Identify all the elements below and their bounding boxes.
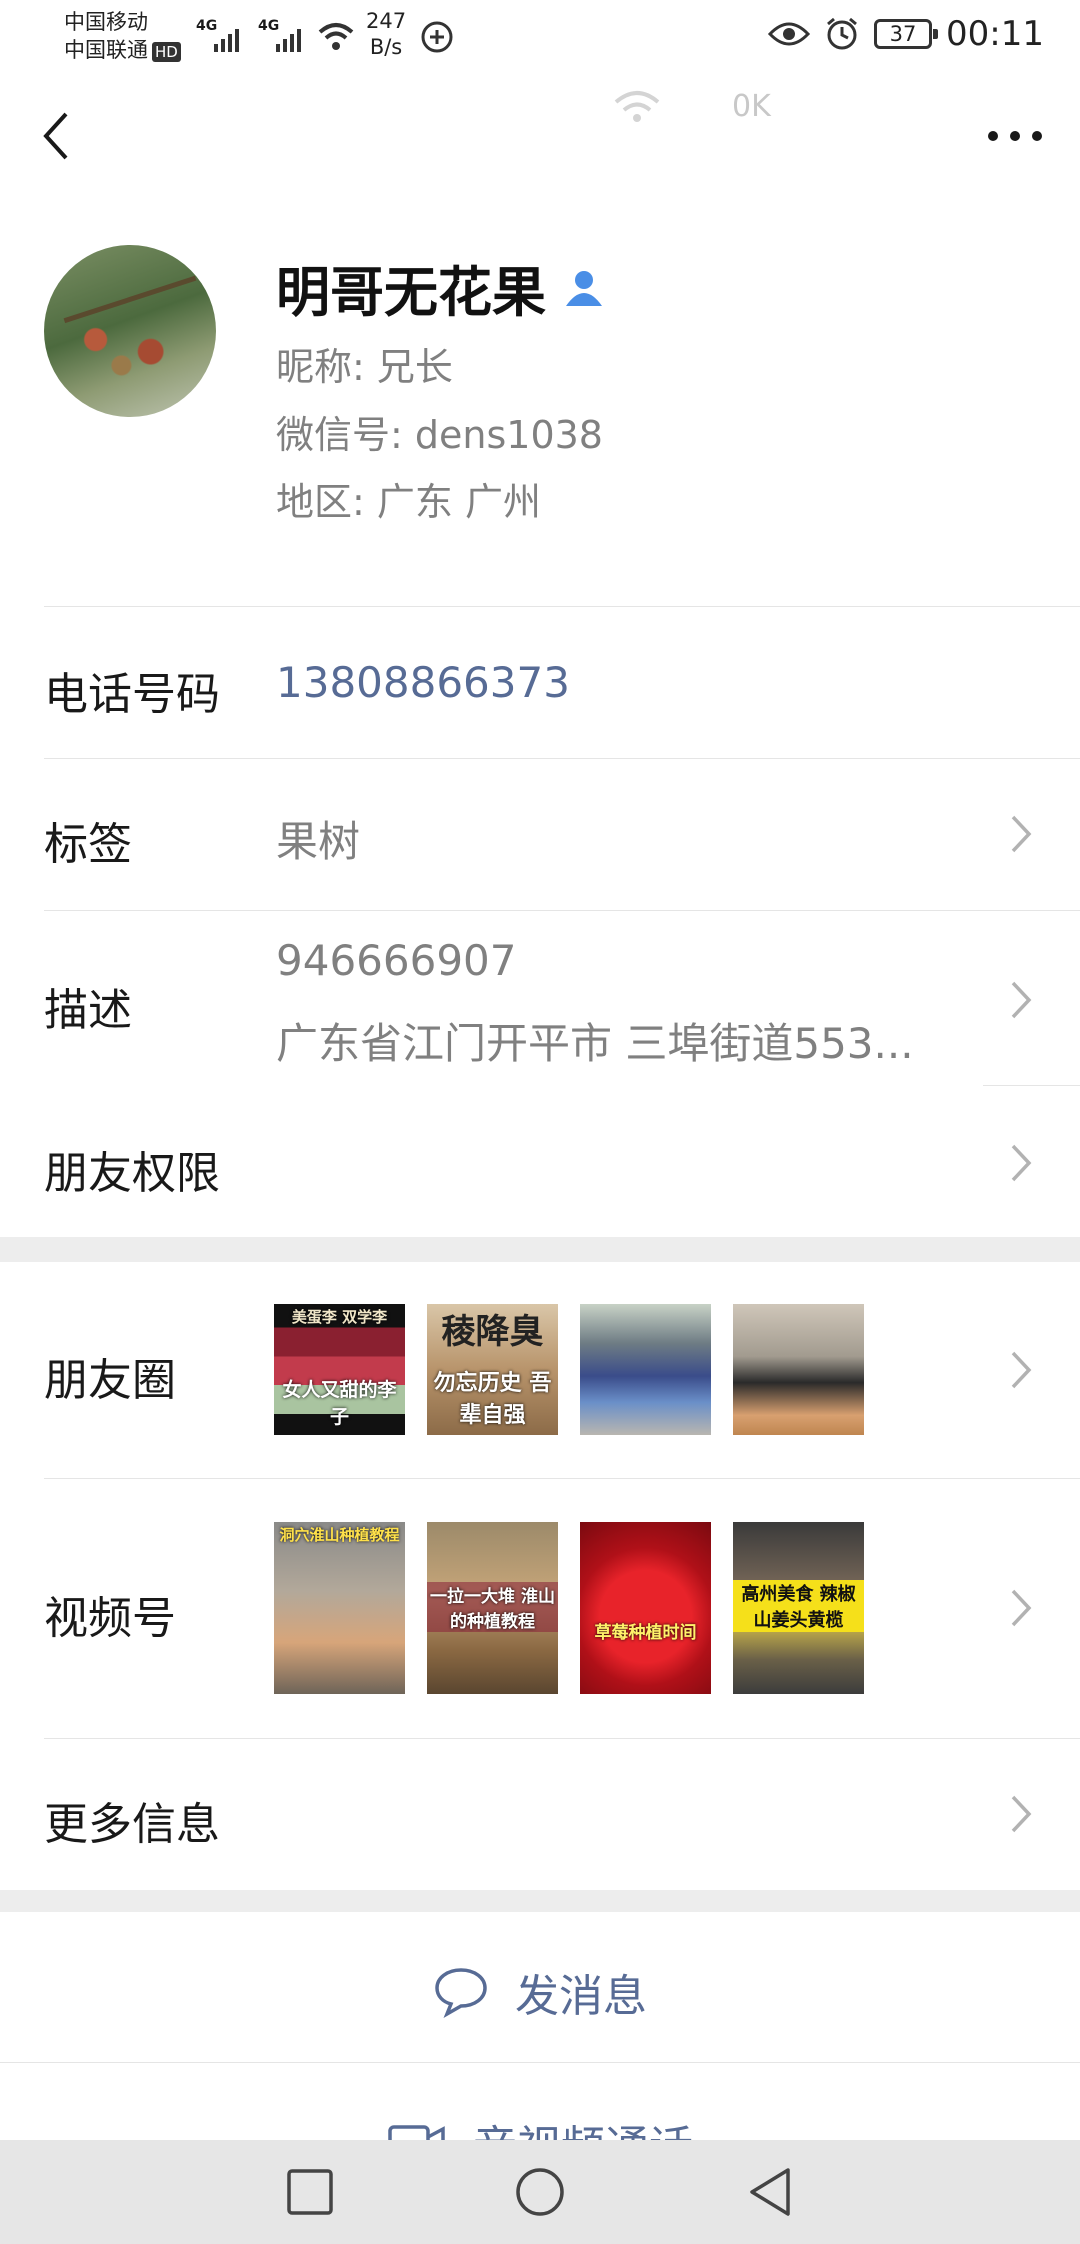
nickname: 昵称: 兄长	[276, 345, 453, 389]
phone-value[interactable]: 13808866373	[276, 658, 570, 707]
home-icon[interactable]	[514, 2166, 566, 2218]
chat-bubble-icon	[435, 1968, 487, 2018]
region: 地区: 广东 广州	[276, 480, 541, 524]
floating-network-indicator: 0K	[612, 88, 771, 124]
ghost-speed: 0K	[732, 88, 771, 124]
tags-label: 标签	[44, 819, 132, 870]
profile-header: 明哥无花果 昵称: 兄长 微信号: dens1038 地区: 广东 广州	[0, 190, 1080, 606]
description-line-1: 946666907	[276, 936, 517, 985]
hd-badge: HD	[152, 42, 181, 62]
chevron-right-icon	[1011, 981, 1032, 1019]
phone-row[interactable]: 电话号码 13808866373	[0, 606, 1080, 758]
wifi-ghost-icon	[614, 91, 660, 122]
friend-permissions-label: 朋友权限	[44, 1148, 220, 1199]
more-options-icon[interactable]	[980, 116, 1050, 156]
vpn-icon	[421, 21, 453, 53]
wechat-id: 微信号: dens1038	[276, 413, 603, 457]
description-label: 描述	[44, 985, 132, 1036]
channels-thumbnails: 洞穴淮山种植教程 一拉一大堆 淮山的种植教程 草莓种植时间 高州美食 辣椒山姜头…	[274, 1522, 864, 1694]
contact-name: 明哥无花果	[276, 261, 546, 324]
moments-thumb-1[interactable]: 美蛋李 双学李 女人又甜的李子	[274, 1304, 405, 1435]
carrier-1: 中国移动	[64, 10, 148, 34]
phone-label: 电话号码	[44, 669, 220, 720]
tags-value: 果树	[276, 817, 361, 866]
channels-thumb-1[interactable]: 洞穴淮山种植教程	[274, 1522, 405, 1694]
send-message-button[interactable]: 发消息	[0, 1912, 1080, 2062]
voice-video-call-label: 音视频通话	[473, 2111, 693, 2140]
voice-video-call-button[interactable]: 音视频通话	[0, 2062, 1080, 2140]
chevron-right-icon	[1011, 815, 1032, 853]
chevron-right-icon	[1011, 1589, 1032, 1627]
battery-icon: 37	[874, 19, 939, 49]
description-line-2: 广东省江门开平市 三埠街道553...	[276, 1019, 914, 1068]
system-navigation-bar	[0, 2140, 1080, 2244]
friend-permissions-row[interactable]: 朋友权限	[0, 1085, 1080, 1237]
section-gap	[0, 1890, 1080, 1912]
alarm-icon	[827, 17, 857, 50]
description-row[interactable]: 描述 946666907 广东省江门开平市 三埠街道553...	[0, 910, 1080, 1085]
channels-thumb-3[interactable]: 草莓种植时间	[580, 1522, 711, 1694]
avatar[interactable]	[44, 245, 216, 417]
carrier-info: 中国移动 中国联通 HD	[64, 8, 181, 64]
person-icon	[566, 270, 602, 306]
back-icon[interactable]	[36, 110, 80, 162]
net-speed: 247 B/s	[366, 9, 407, 59]
eye-icon	[768, 22, 811, 46]
section-gap	[0, 1237, 1080, 1262]
channels-label: 视频号	[44, 1593, 176, 1644]
channels-thumb-4[interactable]: 高州美食 辣椒山姜头黄榄	[733, 1522, 864, 1694]
moments-thumbnails: 美蛋李 双学李 女人又甜的李子 稜降臭 勿忘历史 吾辈自强	[274, 1304, 864, 1435]
video-camera-icon	[388, 2125, 445, 2140]
moments-thumb-2[interactable]: 稜降臭 勿忘历史 吾辈自强	[427, 1304, 558, 1435]
tags-row[interactable]: 标签 果树	[0, 758, 1080, 910]
moments-thumb-4[interactable]	[733, 1304, 864, 1435]
channels-row[interactable]: 视频号 洞穴淮山种植教程 一拉一大堆 淮山的种植教程 草莓种植时间 高州美食 辣…	[0, 1478, 1080, 1738]
channels-thumb-2[interactable]: 一拉一大堆 淮山的种植教程	[427, 1522, 558, 1694]
carrier-2: 中国联通	[64, 38, 148, 62]
chevron-right-icon	[1011, 1144, 1032, 1182]
recent-apps-icon[interactable]	[284, 2166, 336, 2218]
send-message-label: 发消息	[515, 1971, 647, 2022]
moments-row[interactable]: 朋友圈 美蛋李 双学李 女人又甜的李子 稜降臭 勿忘历史 吾辈自强	[0, 1262, 1080, 1478]
back-nav-icon[interactable]	[744, 2166, 796, 2218]
clock: 00:11	[946, 14, 1044, 54]
moments-thumb-3[interactable]	[580, 1304, 711, 1435]
wifi-icon	[318, 23, 354, 50]
more-info-label: 更多信息	[44, 1799, 220, 1850]
chevron-right-icon	[1011, 1351, 1032, 1389]
nav-bar: 0K	[0, 80, 1080, 190]
chevron-right-icon	[1011, 1795, 1032, 1833]
moments-label: 朋友圈	[44, 1355, 176, 1406]
more-info-row[interactable]: 更多信息	[0, 1738, 1080, 1890]
status-bar: 中国移动 中国联通 HD 4G 4G 247 B/s 37 00:11	[0, 0, 1080, 80]
